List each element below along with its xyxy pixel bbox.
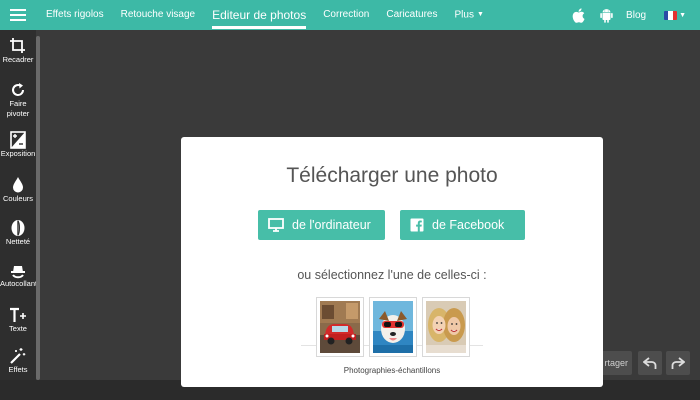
dialog-subtitle: ou sélectionnez l'une de celles-ci : <box>297 268 487 282</box>
sidebar-item-recadrer[interactable]: Recadrer <box>0 37 36 65</box>
sidebar-item-exposition[interactable]: Exposition <box>0 131 36 159</box>
sidebar-scrollbar[interactable] <box>36 36 40 380</box>
crop-icon <box>10 38 25 53</box>
dog-photo-icon <box>373 301 413 353</box>
undo-icon <box>643 357 657 369</box>
sidebar-item-effets[interactable]: Effets <box>0 347 36 375</box>
nav-plus-label: Plus <box>454 9 474 21</box>
sidebar-item-texte[interactable]: Texte <box>0 306 36 334</box>
red-car-photo-icon <box>320 301 360 353</box>
nav-effets-rigolos[interactable]: Effets rigolos <box>46 0 104 30</box>
sidebar-item-label: Effets <box>8 365 28 374</box>
tool-sidebar: Recadrer Faire pivoter Exposition Couleu… <box>0 30 38 380</box>
sample-photo-dog[interactable] <box>369 297 417 357</box>
sharpness-icon <box>11 220 25 236</box>
nav-caricatures[interactable]: Caricatures <box>386 0 437 30</box>
undo-button[interactable] <box>638 351 662 375</box>
chevron-down-icon: ▼ <box>476 11 484 18</box>
hamburger-menu-icon[interactable] <box>0 0 36 30</box>
upload-from-computer-button[interactable]: de l'ordinateur <box>258 210 385 240</box>
android-icon[interactable] <box>598 0 614 30</box>
dialog-title: Télécharger une photo <box>286 164 498 187</box>
nav-plus-dropdown[interactable]: Plus ▼ <box>454 0 483 30</box>
french-flag-icon <box>664 10 678 20</box>
top-right-actions: Blog ▼ <box>570 0 700 30</box>
nav-correction[interactable]: Correction <box>323 0 369 30</box>
color-drop-icon <box>13 177 23 193</box>
exposure-icon <box>10 131 26 149</box>
sidebar-item-label: Autocollant <box>0 279 38 288</box>
app-root: Effets rigolos Retouche visage Editeur d… <box>0 0 700 400</box>
sidebar-item-label: Exposition <box>0 149 36 158</box>
redo-button[interactable] <box>666 351 690 375</box>
language-selector[interactable]: ▼ <box>664 10 686 20</box>
sidebar-item-label: Faire pivoter <box>6 99 30 118</box>
apple-icon[interactable] <box>570 0 586 30</box>
monitor-icon <box>268 218 284 232</box>
rotate-icon <box>12 83 25 96</box>
chevron-down-icon: ▼ <box>679 11 686 19</box>
magic-wand-icon <box>10 348 26 364</box>
sidebar-item-label: Recadrer <box>2 55 34 64</box>
top-navigation-bar: Effets rigolos Retouche visage Editeur d… <box>0 0 700 30</box>
facebook-icon <box>410 218 424 232</box>
sidebar-item-nettete[interactable]: Netteté <box>0 219 36 247</box>
upload-from-facebook-label: de Facebook <box>432 218 505 232</box>
women-portrait-photo-icon <box>426 301 466 353</box>
sidebar-item-label: Texte <box>9 324 27 333</box>
sidebar-item-label: Netteté <box>5 237 31 246</box>
sidebar-item-label: Couleurs <box>2 194 33 203</box>
sidebar-item-faire-pivoter[interactable]: Faire pivoter <box>0 81 36 119</box>
blog-link[interactable]: Blog <box>626 10 646 21</box>
upload-from-facebook-button[interactable]: de Facebook <box>400 210 525 240</box>
samples-caption: Photographies-échantillons <box>343 366 441 375</box>
sidebar-item-couleurs[interactable]: Couleurs <box>0 176 36 204</box>
upload-photo-dialog: Télécharger une photo de l'ordinateur de… <box>181 137 603 387</box>
sticker-icon <box>11 266 25 279</box>
redo-icon <box>671 357 685 369</box>
nav-retouche-visage[interactable]: Retouche visage <box>121 0 196 30</box>
main-nav: Effets rigolos Retouche visage Editeur d… <box>46 0 501 30</box>
upload-from-computer-label: de l'ordinateur <box>292 218 371 232</box>
sidebar-item-autocollant[interactable]: Autocollant <box>0 261 38 289</box>
sample-photo-women[interactable] <box>422 297 470 357</box>
text-icon <box>10 307 26 322</box>
nav-editeur-de-photos[interactable]: Editeur de photos <box>212 0 307 30</box>
sample-photo-red-car[interactable] <box>316 297 364 357</box>
